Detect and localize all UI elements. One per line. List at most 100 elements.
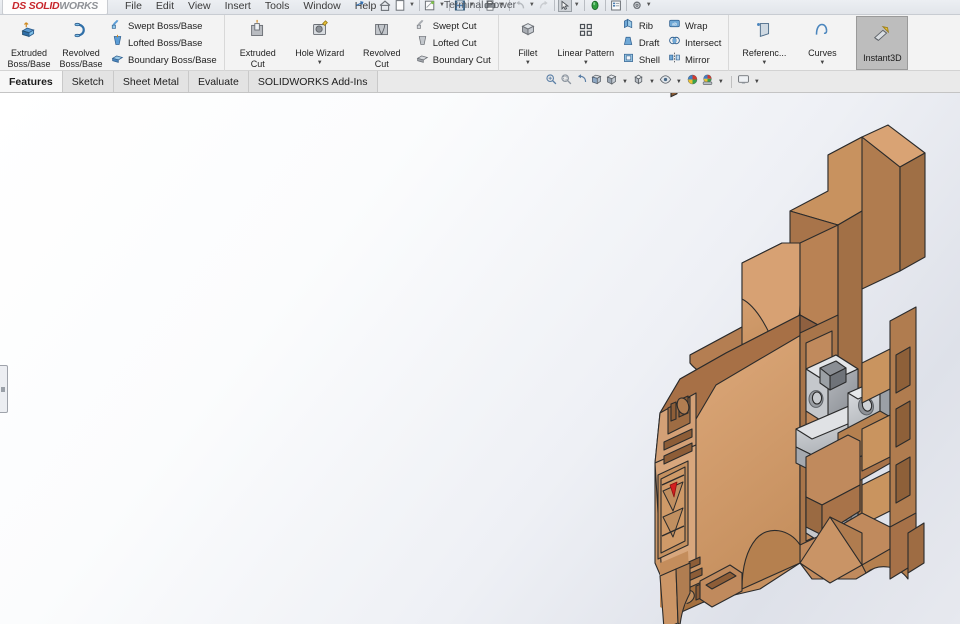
fillet-button[interactable]: Fillet ▼ <box>502 16 554 70</box>
wrap-button[interactable]: ab Wrap <box>664 18 725 35</box>
intersect-icon <box>668 34 681 52</box>
revolved-cut-label: Revolved Cut <box>362 48 401 69</box>
hide-show-items-caret-icon[interactable]: ▼ <box>676 79 682 85</box>
ribbon-group-features: Fillet ▼ Linear Pattern ▼ Rib Draft Shel… <box>497 15 729 71</box>
tab-sheet-metal[interactable]: Sheet Metal <box>113 71 189 92</box>
display-style-caret-icon[interactable]: ▼ <box>649 79 655 85</box>
view-toolbar-separator <box>730 76 732 88</box>
swept-boss-base-button[interactable]: Swept Boss/Base <box>107 18 221 35</box>
linear-pattern-label: Linear Pattern <box>557 48 615 58</box>
display-style-icon[interactable] <box>632 73 645 91</box>
extruded-cut-button[interactable]: Extruded Cut <box>228 16 288 70</box>
hole-wizard-icon <box>309 19 331 46</box>
instant3d-icon <box>871 23 893 50</box>
linear-pattern-caret-icon[interactable]: ▼ <box>583 60 589 66</box>
swept-cut-icon <box>416 17 429 35</box>
extruded-boss-icon <box>18 19 40 46</box>
apply-scene-caret-icon[interactable]: ▼ <box>718 79 724 85</box>
lofted-cut-icon <box>416 34 429 52</box>
tab-solidworks-addins[interactable]: SOLIDWORKS Add-Ins <box>248 71 378 92</box>
reference-geometry-label: Referenc... <box>742 48 787 58</box>
tab-features[interactable]: Features <box>0 71 63 92</box>
extruded-cut-icon <box>247 19 269 46</box>
section-view-icon[interactable] <box>590 73 603 91</box>
zoom-to-fit-icon[interactable] <box>545 73 558 91</box>
terminal-power-block-model[interactable] <box>0 93 960 624</box>
boundary-boss-icon <box>111 51 124 69</box>
instant3d-label: Instant3D <box>863 53 902 63</box>
boundary-cut-icon <box>416 51 429 69</box>
instant3d-button[interactable]: Instant3D <box>856 16 909 70</box>
curves-icon <box>811 19 833 46</box>
lofted-cut-button[interactable]: Lofted Cut <box>412 35 495 52</box>
curves-button[interactable]: Curves ▼ <box>796 16 848 70</box>
apply-scene-icon[interactable] <box>701 73 714 91</box>
fillet-caret-icon[interactable]: ▼ <box>525 60 531 66</box>
ribbon-toolbar: Extruded Boss/Base Revolved Boss/Base Sw… <box>0 15 960 71</box>
reference-geometry-icon <box>753 19 775 46</box>
edit-appearance-icon[interactable] <box>686 73 699 91</box>
hole-wizard-caret-icon[interactable]: ▼ <box>317 60 323 66</box>
tab-sketch[interactable]: Sketch <box>62 71 114 92</box>
view-toolbar: ▼ ▼ ▼ ▼ ▼ <box>545 72 762 92</box>
lofted-boss-icon <box>111 34 124 52</box>
graphics-viewport[interactable] <box>0 93 960 624</box>
swept-cut-button[interactable]: Swept Cut <box>412 18 495 35</box>
extruded-boss-base-label: Extruded Boss/Base <box>7 48 51 69</box>
lofted-boss-base-label: Lofted Boss/Base <box>128 37 203 49</box>
extruded-boss-base-button[interactable]: Extruded Boss/Base <box>3 16 55 70</box>
revolved-boss-base-button[interactable]: Revolved Boss/Base <box>55 16 107 70</box>
revolved-cut-button[interactable]: Revolved Cut <box>352 16 412 70</box>
zoom-to-area-icon[interactable] <box>560 73 573 91</box>
linear-pattern-button[interactable]: Linear Pattern ▼ <box>554 16 618 70</box>
ribbon-group-cut: Extruded Cut Hole Wizard ▼ Revolved Cut <box>223 15 498 71</box>
boss-base-small-buttons: Swept Boss/Base Lofted Boss/Base Boundar… <box>107 16 221 70</box>
mirror-button[interactable]: Mirror <box>664 52 725 69</box>
swept-boss-icon <box>111 17 124 35</box>
fillet-icon <box>517 19 539 46</box>
boundary-boss-base-button[interactable]: Boundary Boss/Base <box>107 52 221 69</box>
wrap-label: Wrap <box>684 20 708 32</box>
view-orientation-icon[interactable] <box>605 73 618 91</box>
view-settings-caret-icon[interactable]: ▼ <box>754 79 760 85</box>
rib-label: Rib <box>638 20 654 32</box>
swept-boss-base-label: Swept Boss/Base <box>128 20 203 32</box>
curves-caret-icon[interactable]: ▼ <box>819 60 825 66</box>
intersect-button[interactable]: Intersect <box>664 35 725 52</box>
view-orientation-caret-icon[interactable]: ▼ <box>622 79 628 85</box>
mirror-label: Mirror <box>684 54 710 66</box>
previous-view-icon[interactable] <box>575 73 588 91</box>
features-small-buttons-a: Rib Draft Shell <box>618 16 664 70</box>
shell-button[interactable]: Shell <box>618 52 664 69</box>
solidworks-window: DS SOLIDWORKS File Edit View Insert Tool… <box>0 0 960 624</box>
cut-small-buttons: Swept Cut Lofted Cut Boundary Cut <box>412 16 495 70</box>
draft-icon <box>622 34 635 52</box>
revolved-boss-icon <box>70 19 92 46</box>
boundary-cut-label: Boundary Cut <box>432 54 491 66</box>
tab-evaluate[interactable]: Evaluate <box>188 71 249 92</box>
curves-label: Curves <box>808 48 837 58</box>
features-small-buttons-b: ab Wrap Intersect Mirror <box>664 16 725 70</box>
boundary-cut-button[interactable]: Boundary Cut <box>412 52 495 69</box>
reference-geometry-caret-icon[interactable]: ▼ <box>761 60 767 66</box>
document-title: Terminal Power <box>443 0 517 11</box>
lofted-boss-base-button[interactable]: Lofted Boss/Base <box>107 34 221 52</box>
revolved-cut-icon <box>371 19 393 46</box>
intersect-label: Intersect <box>684 37 722 49</box>
view-settings-icon[interactable] <box>737 73 750 91</box>
ribbon-group-instant3d: Instant3D <box>851 15 911 71</box>
hole-wizard-label: Hole Wizard <box>295 48 345 58</box>
fillet-label: Fillet <box>518 48 538 58</box>
reference-geometry-button[interactable]: Referenc... ▼ <box>732 16 796 70</box>
hide-show-items-icon[interactable] <box>659 73 672 91</box>
shell-icon <box>622 51 635 69</box>
rib-button[interactable]: Rib <box>618 18 664 35</box>
svg-text:ab: ab <box>672 21 677 26</box>
swept-cut-label: Swept Cut <box>432 20 477 32</box>
wrap-icon: ab <box>668 17 681 35</box>
hole-wizard-button[interactable]: Hole Wizard ▼ <box>288 16 352 70</box>
draft-label: Draft <box>638 37 660 49</box>
boundary-boss-base-label: Boundary Boss/Base <box>128 54 217 66</box>
draft-button[interactable]: Draft <box>618 35 664 52</box>
extruded-cut-label: Extruded Cut <box>239 48 276 69</box>
